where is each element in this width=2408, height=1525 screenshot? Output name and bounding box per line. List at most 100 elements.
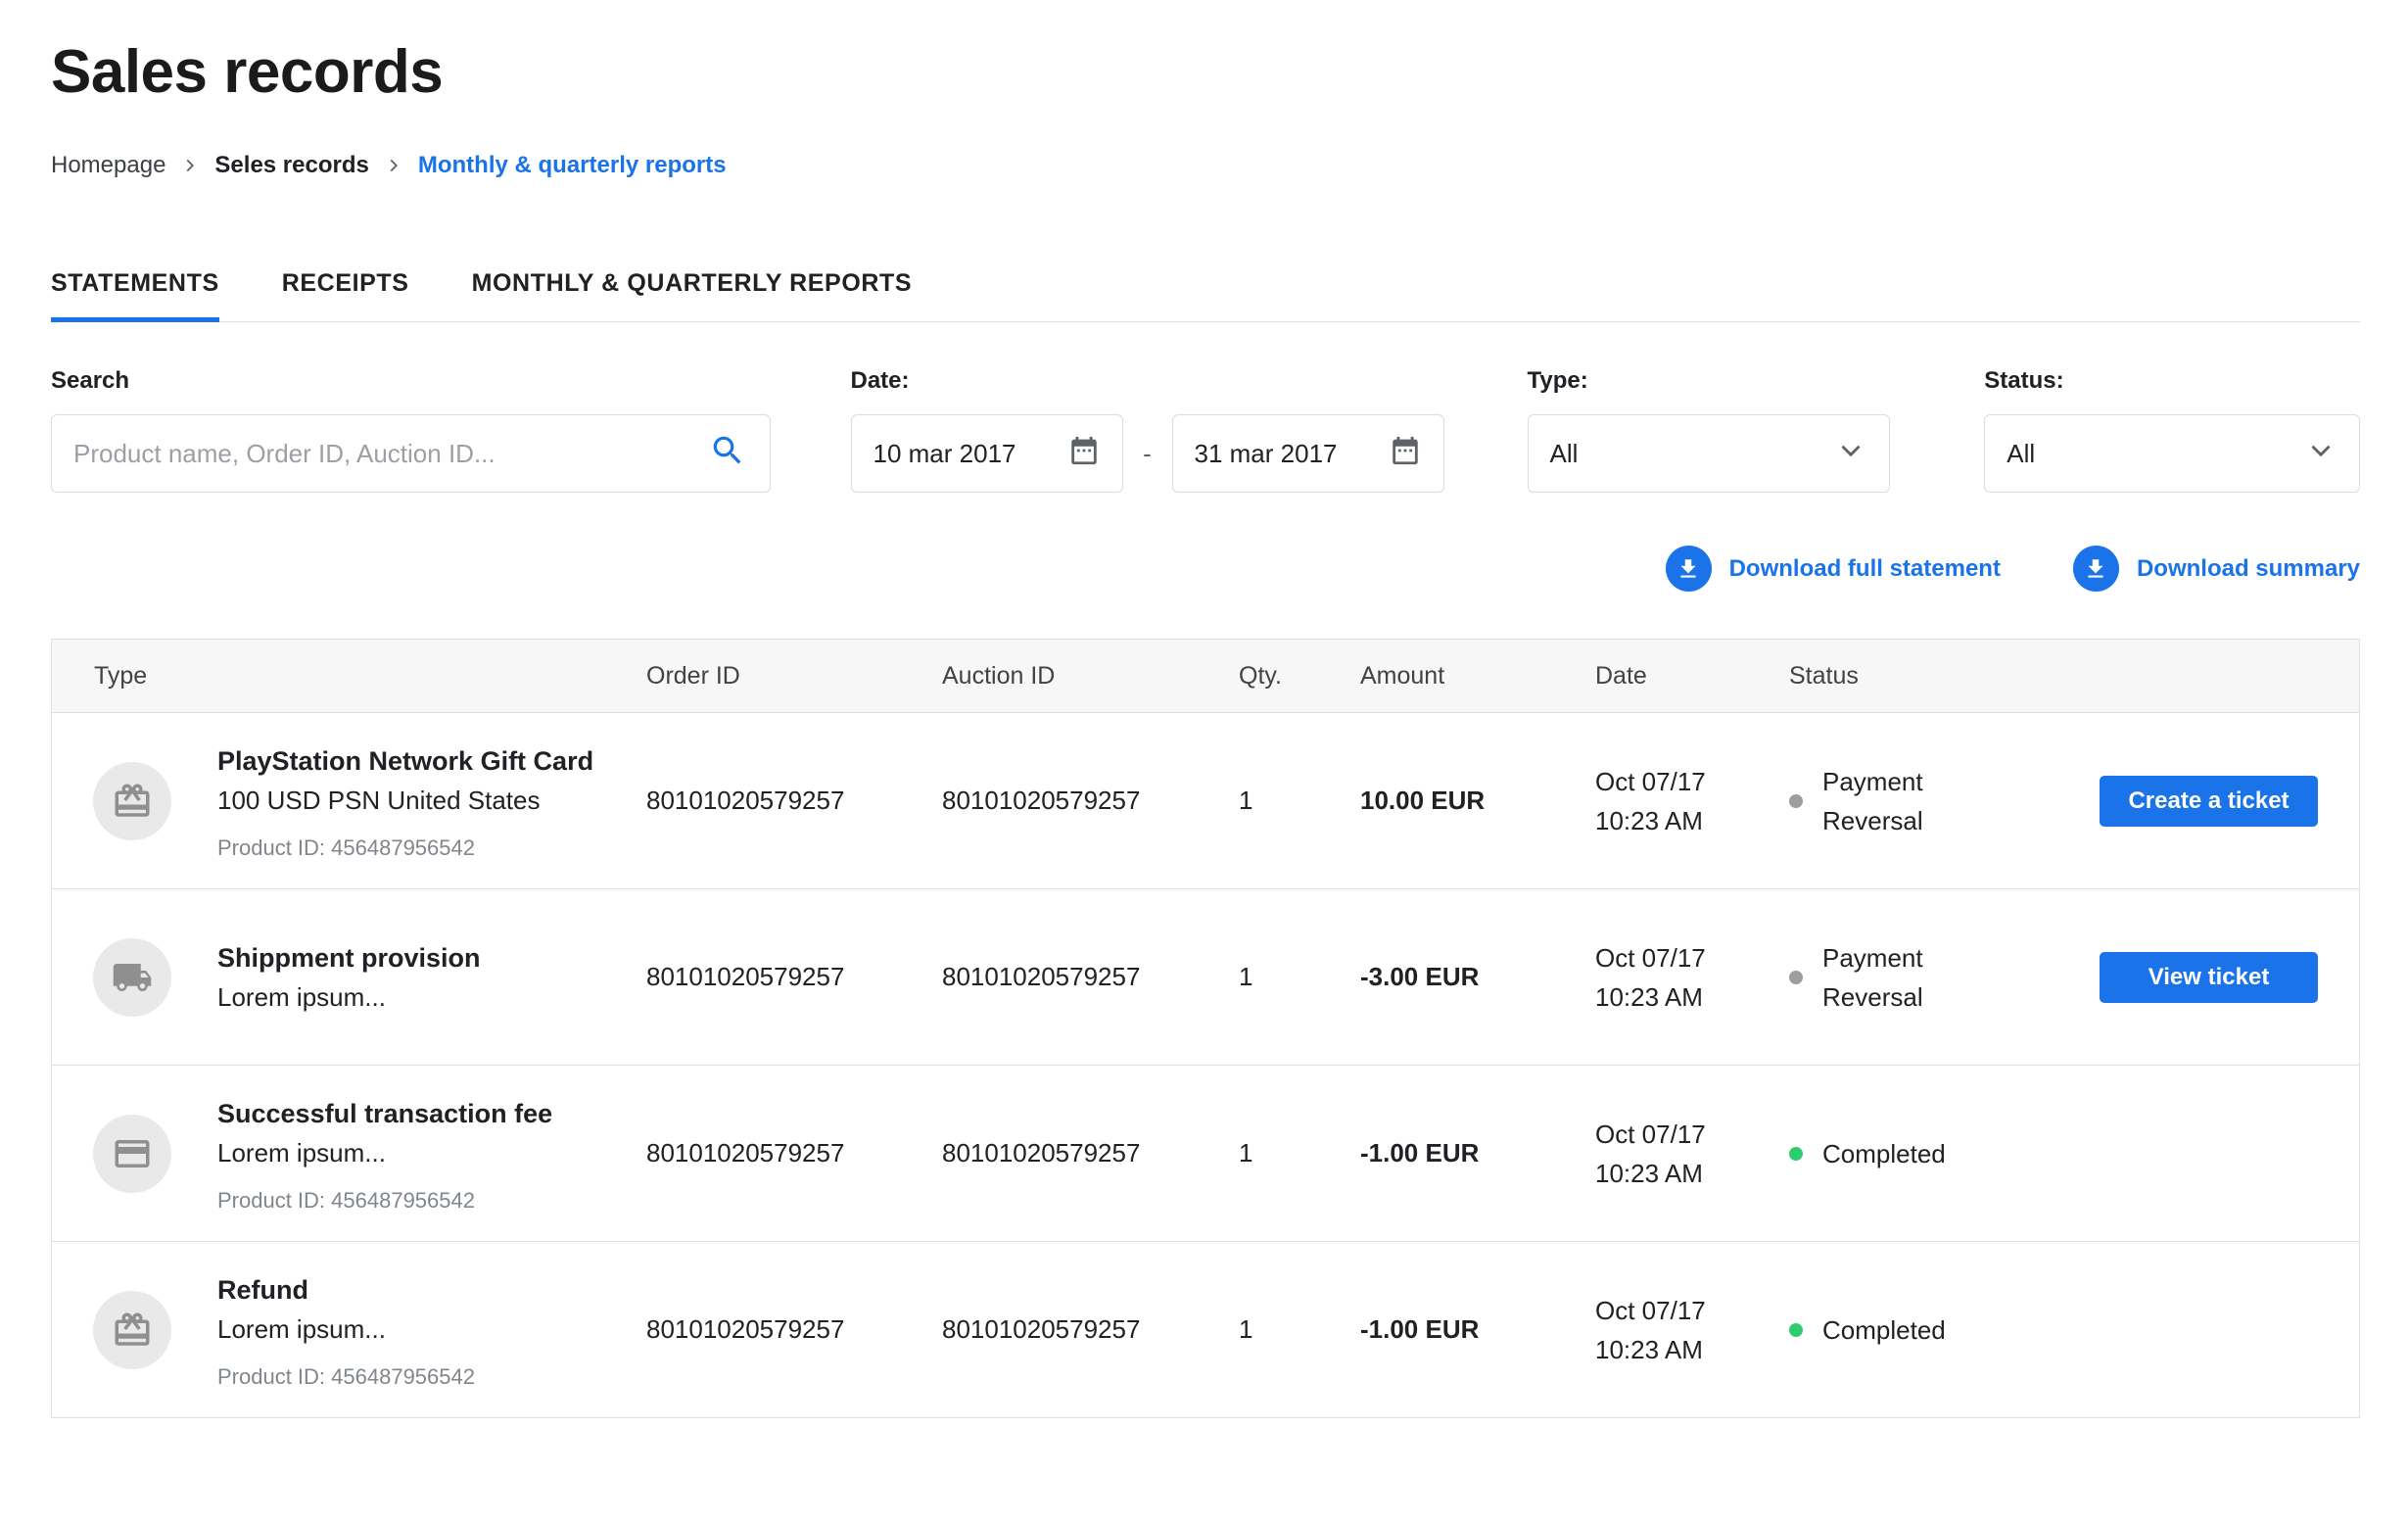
status-dot: [1789, 970, 1803, 984]
date-line-2: 10:23 AM: [1595, 981, 1703, 1012]
download-full-statement-label: Download full statement: [1728, 554, 2001, 582]
gift-icon: [93, 761, 171, 840]
date-label: Date:: [850, 367, 910, 394]
column-header-qty: Qty.: [1239, 661, 1282, 690]
status-value: Payment Reversal: [1789, 938, 2100, 1017]
qty-value: 1: [1239, 1138, 1253, 1168]
tab-bar: STATEMENTS RECEIPTS MONTHLY & QUARTERLY …: [51, 269, 2360, 322]
product-subtitle: Lorem ipsum...: [217, 1137, 386, 1168]
gift-icon: [93, 1290, 171, 1369]
date-line-1: Oct 07/17: [1595, 1119, 1706, 1149]
column-header-auction-id: Auction ID: [942, 661, 1056, 690]
download-actions: Download full statement Download summary: [51, 546, 2360, 592]
chevron-right-icon: [383, 155, 404, 176]
status-value: Completed: [1789, 1134, 2100, 1173]
product-name: Shippment provision: [217, 942, 481, 973]
type-filter: Type: All: [1527, 367, 1891, 493]
date-value: Oct 07/17 10:23 AM: [1595, 1115, 1789, 1193]
chevron-down-icon: [2304, 434, 2337, 474]
amount-value: 10.00 EUR: [1360, 786, 1486, 815]
column-header-date: Date: [1595, 661, 1647, 690]
column-header-status: Status: [1789, 661, 1859, 690]
breadcrumb-homepage[interactable]: Homepage: [51, 152, 165, 179]
amount-value: -1.00 EUR: [1360, 1314, 1480, 1344]
status-value: Completed: [1789, 1311, 2100, 1350]
tab-receipts[interactable]: RECEIPTS: [282, 269, 409, 321]
product-name: PlayStation Network Gift Card: [217, 745, 594, 776]
status-dot: [1789, 1322, 1803, 1337]
status-text: Completed: [1822, 1138, 1946, 1168]
tab-monthly-quarterly-reports[interactable]: MONTHLY & QUARTERLY REPORTS: [472, 269, 913, 321]
status-value: Payment Reversal: [1789, 762, 2100, 840]
auction-id-value: 80101020579257: [942, 1138, 1141, 1168]
download-summary-label: Download summary: [2136, 554, 2360, 582]
date-filter: Date: 10 mar 2017 - 31 mar 2017: [850, 367, 1444, 493]
status-text: Payment Reversal: [1822, 942, 1923, 1012]
search-box: [51, 414, 771, 493]
date-line-1: Oct 07/17: [1595, 1295, 1706, 1325]
search-input[interactable]: [73, 438, 709, 469]
date-from-field[interactable]: 10 mar 2017: [850, 414, 1123, 493]
order-id-value: 80101020579257: [646, 962, 845, 991]
date-value: Oct 07/17 10:23 AM: [1595, 1291, 1789, 1369]
qty-value: 1: [1239, 962, 1253, 991]
row-action-button[interactable]: View ticket: [2100, 951, 2318, 1003]
type-select-value: All: [1549, 438, 1579, 468]
table-row: Shippment provision Lorem ipsum... 80101…: [52, 888, 2359, 1065]
date-line-2: 10:23 AM: [1595, 805, 1703, 835]
date-value: Oct 07/17 10:23 AM: [1595, 762, 1789, 840]
product-id: Product ID: 456487956542: [217, 1363, 475, 1389]
date-from-value: 10 mar 2017: [873, 438, 1016, 468]
column-header-type: Type: [94, 661, 148, 690]
qty-value: 1: [1239, 1314, 1253, 1344]
date-to-field[interactable]: 31 mar 2017: [1171, 414, 1444, 493]
credit-card-icon: [93, 1114, 171, 1193]
table-row: PlayStation Network Gift Card 100 USD PS…: [52, 712, 2359, 888]
date-range-separator: -: [1143, 438, 1152, 468]
amount-value: -1.00 EUR: [1360, 1138, 1480, 1168]
row-action-button[interactable]: Create a ticket: [2100, 775, 2318, 827]
date-to-value: 31 mar 2017: [1194, 438, 1338, 468]
chevron-down-icon: [1834, 434, 1867, 474]
product-subtitle: Lorem ipsum...: [217, 1313, 386, 1344]
breadcrumb: Homepage Seles records Monthly & quarter…: [51, 152, 2360, 179]
auction-id-value: 80101020579257: [942, 786, 1141, 815]
download-icon: [2072, 546, 2119, 592]
status-label: Status:: [1984, 367, 2064, 394]
calendar-icon[interactable]: [1389, 434, 1422, 474]
tab-statements[interactable]: STATEMENTS: [51, 269, 219, 322]
search-label: Search: [51, 367, 130, 394]
date-line-1: Oct 07/17: [1595, 766, 1706, 796]
page-title: Sales records: [51, 38, 444, 106]
date-value: Oct 07/17 10:23 AM: [1595, 938, 1789, 1017]
breadcrumb-monthly-quarterly-reports[interactable]: Monthly & quarterly reports: [418, 152, 727, 179]
download-icon: [1665, 546, 1712, 592]
table-header-row: Type Order ID Auction ID Qty. Amount Dat…: [52, 640, 2359, 712]
download-summary-link[interactable]: Download summary: [2072, 546, 2360, 592]
product-name: Successful transaction fee: [217, 1098, 553, 1128]
chevron-right-icon: [179, 155, 201, 176]
breadcrumb-sales-records[interactable]: Seles records: [214, 152, 368, 179]
calendar-icon[interactable]: [1067, 434, 1101, 474]
date-line-1: Oct 07/17: [1595, 942, 1706, 973]
status-select[interactable]: All: [1984, 414, 2360, 493]
order-id-value: 80101020579257: [646, 1314, 845, 1344]
filter-bar: Search Date: 10 mar 2017 - 31 mar: [51, 367, 2360, 493]
table-row: Successful transaction fee Lorem ipsum..…: [52, 1065, 2359, 1241]
date-line-2: 10:23 AM: [1595, 1334, 1703, 1364]
search-icon[interactable]: [709, 432, 746, 476]
sales-records-table: Type Order ID Auction ID Qty. Amount Dat…: [51, 639, 2360, 1418]
type-label: Type:: [1527, 367, 1588, 394]
product-name: Refund: [217, 1274, 308, 1305]
amount-value: -3.00 EUR: [1360, 962, 1480, 991]
product-id: Product ID: 456487956542: [217, 1187, 475, 1213]
product-subtitle: Lorem ipsum...: [217, 981, 386, 1012]
column-header-amount: Amount: [1360, 661, 1445, 690]
order-id-value: 80101020579257: [646, 1138, 845, 1168]
search-filter: Search: [51, 367, 771, 493]
status-dot: [1789, 793, 1803, 808]
download-full-statement-link[interactable]: Download full statement: [1665, 546, 2001, 592]
auction-id-value: 80101020579257: [942, 962, 1141, 991]
type-select[interactable]: All: [1527, 414, 1891, 493]
table-body: PlayStation Network Gift Card 100 USD PS…: [52, 712, 2359, 1417]
